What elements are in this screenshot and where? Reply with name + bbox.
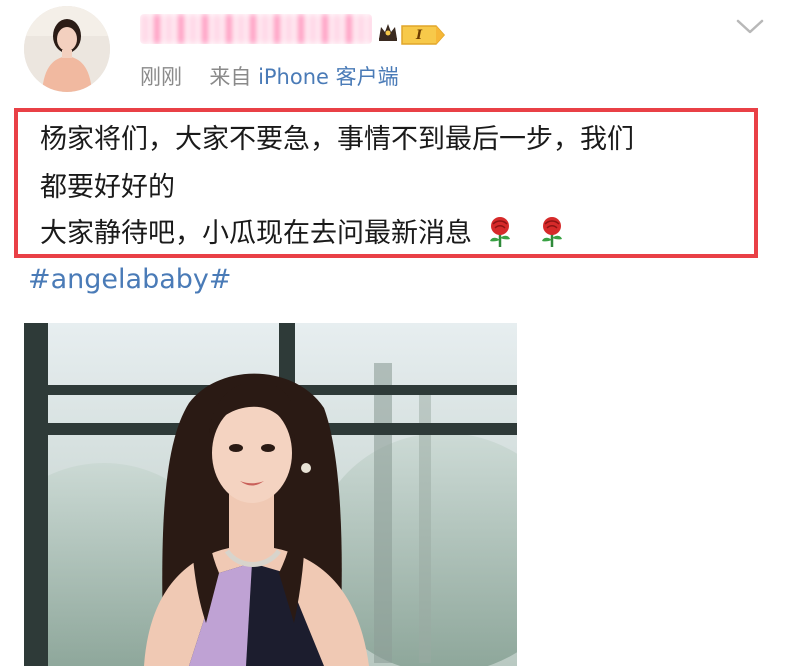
post-meta: 刚刚 来自 iPhone 客户端 xyxy=(140,60,399,94)
level-badge: I xyxy=(398,24,448,46)
username-blurred[interactable] xyxy=(140,14,372,44)
chevron-down-icon[interactable] xyxy=(735,16,765,38)
post-text-line-2: 都要好好的 xyxy=(40,172,175,203)
hashtag-link[interactable]: #angelababy# xyxy=(28,262,232,298)
level-label: I xyxy=(415,27,423,43)
rose-emoji xyxy=(537,216,567,248)
post-time: 刚刚 xyxy=(140,65,182,89)
post-photo[interactable] xyxy=(24,323,517,666)
avatar[interactable] xyxy=(24,6,110,92)
source-app-link[interactable]: iPhone 客户端 xyxy=(258,65,399,89)
post-text-line-3-text: 大家静待吧，小瓜现在去问最新消息 xyxy=(40,218,472,249)
rose-emoji xyxy=(485,216,515,248)
source-prefix: 来自 xyxy=(209,65,252,89)
crown-icon xyxy=(377,21,399,43)
post-text-line-3: 大家静待吧，小瓜现在去问最新消息 xyxy=(40,216,567,252)
post-content-highlight: 杨家将们，大家不要急，事情不到最后一步，我们 都要好好的 大家静待吧，小瓜现在去… xyxy=(14,108,758,258)
post-text-line-1: 杨家将们，大家不要急，事情不到最后一步，我们 xyxy=(40,124,634,155)
